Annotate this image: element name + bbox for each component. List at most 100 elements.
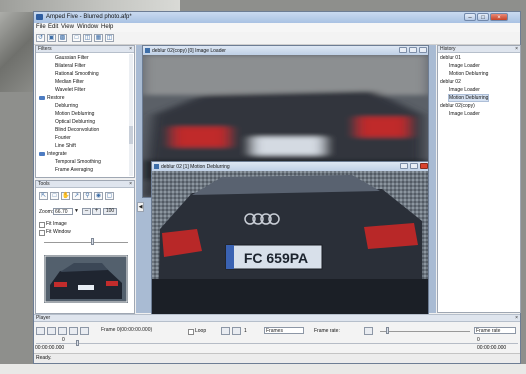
filter-item[interactable]: Deblurring [55,103,78,109]
filter-label: Frame Averaging [55,167,93,173]
last-frame-button[interactable] [80,327,89,335]
zoom-slider-thumb[interactable] [91,238,94,245]
filter-label: Restore [47,95,65,101]
previous-frame-button[interactable] [47,327,56,335]
history-chain[interactable]: deblur 02(copy) [440,103,475,109]
frame-rate-button[interactable] [364,327,373,335]
history-step[interactable]: Motion Deblurring [447,94,490,102]
rectangle-tool-icon[interactable]: ▢ [105,192,114,200]
zoom-100-button[interactable]: 100 [103,208,117,215]
first-frame-button[interactable] [36,327,45,335]
filter-category[interactable]: Restore [39,95,65,101]
filter-item[interactable]: Bilateral Filter [55,63,86,69]
zoom-select[interactable]: 66.70 [53,208,73,215]
compare-view-icon[interactable]: ◫ [105,34,114,42]
zoom-in-button[interactable]: + [92,208,101,215]
frames-select[interactable]: Frames [264,327,304,334]
tools-panel: Tools × ⇱ □ ✋ ↗ ⚲ ◉ ▢ Zoom: 66.70 ▼ – + … [35,180,135,314]
navigator-thumbnail[interactable] [44,255,128,303]
fit-image-checkbox[interactable] [39,222,45,228]
play-button[interactable] [58,327,67,335]
filter-item[interactable]: Fourier [55,135,71,141]
menu-window[interactable]: Window [77,24,98,30]
filter-item[interactable]: Frame Averaging [55,167,93,173]
filter-item[interactable]: Line Shift [55,143,76,149]
filter-label: Wavelet Filter [55,87,86,93]
doc1-close-button[interactable] [419,47,427,53]
doc2-maximize-button[interactable] [410,163,418,169]
scrollbar-thumb[interactable] [129,126,133,144]
new-project-icon[interactable]: ↺ [36,34,45,42]
license-plate-text: FC 659PA [244,250,308,266]
menu-view[interactable]: View [61,24,74,30]
filter-label: Fourier [55,135,71,141]
doc1-maximize-button[interactable] [409,47,417,53]
maximize-button[interactable]: □ [477,13,489,21]
title-bar[interactable]: Amped Five - Blurred photo.afp* – □ × [34,12,520,23]
menu-help[interactable]: Help [101,24,113,30]
frame-field[interactable]: Frame 0(00:00:00.000) [100,327,182,334]
single-view-icon[interactable]: □ [72,34,81,42]
split-view-icon[interactable]: ◫ [83,34,92,42]
open-folder-icon[interactable]: ▣ [47,34,56,42]
minimize-button[interactable]: – [464,13,476,21]
grid-view-icon[interactable]: ▦ [94,34,103,42]
filter-label: Bilateral Filter [55,63,86,69]
step-back-button[interactable] [221,327,230,335]
history-step[interactable]: Motion Deblurring [449,71,488,77]
menu-edit[interactable]: Edit [48,24,58,30]
close-button[interactable]: × [490,13,508,21]
filter-item[interactable]: Blind Deconvolution [55,127,99,133]
document-icon [145,48,150,53]
history-panel-title: History [440,46,456,52]
timeline-track[interactable] [36,343,518,344]
frame-rate-slider-track[interactable] [380,331,470,332]
close-icon[interactable]: × [515,315,518,321]
scroll-left-icon[interactable]: ◀ [137,202,144,212]
chevron-down-icon[interactable]: ▼ [74,208,79,214]
zoom-out-button[interactable]: – [82,208,91,215]
step-forward-button[interactable] [232,327,241,335]
close-icon[interactable]: × [129,46,132,52]
select-tool-icon[interactable]: ⇱ [39,192,48,200]
step-value[interactable]: 1 [244,328,247,334]
close-icon[interactable]: × [129,181,132,187]
frame-rate-select[interactable]: Frame rate [474,327,516,334]
fit-window-checkbox[interactable] [39,230,45,236]
filter-item[interactable]: Rational Smoothing [55,71,99,77]
menu-file[interactable]: File [36,24,46,30]
filter-item[interactable]: Motion Deblurring [55,111,94,117]
save-icon[interactable]: ▩ [58,34,67,42]
image-window-deblurred: deblur 02 [1] Motion Deblurring FC 659PA [151,161,429,316]
filter-label: Blind Deconvolution [55,127,100,133]
history-chain[interactable]: deblur 02 [440,79,461,85]
status-text: Ready. [36,355,52,361]
history-step[interactable]: Image Loader [449,63,480,69]
doc2-minimize-button[interactable] [400,163,408,169]
measure-tool-icon[interactable]: ↗ [72,192,81,200]
frame-rate-slider-thumb[interactable] [386,327,389,334]
filter-category[interactable]: Integrate [39,151,67,157]
loop-checkbox[interactable] [188,329,194,335]
filter-item[interactable]: Median Filter [55,79,84,85]
filter-item[interactable]: Gaussian Filter [55,55,89,61]
history-step[interactable]: Image Loader [449,87,480,93]
zoom-label: Zoom: [39,209,54,215]
filter-item[interactable]: Temporal Smoothing [55,159,101,165]
zoom-slider-track[interactable] [44,242,128,243]
crop-tool-icon[interactable]: □ [50,192,59,200]
filter-item[interactable]: Optical Deblurring [55,119,95,125]
doc1-minimize-button[interactable] [399,47,407,53]
scrollbar[interactable] [129,54,133,176]
color-picker-icon[interactable]: ◉ [94,192,103,200]
doc2-close-button[interactable] [420,163,428,169]
filter-item[interactable]: Wavelet Filter [55,87,85,93]
history-chain[interactable]: deblur 01 [440,55,461,61]
app-icon [36,14,43,20]
close-icon[interactable]: × [515,46,518,52]
zoom-tool-icon[interactable]: ⚲ [83,192,92,200]
next-frame-button[interactable] [69,327,78,335]
pan-tool-icon[interactable]: ✋ [61,192,70,200]
history-step[interactable]: Image Loader [449,111,480,117]
timeline-thumb[interactable] [76,340,79,346]
